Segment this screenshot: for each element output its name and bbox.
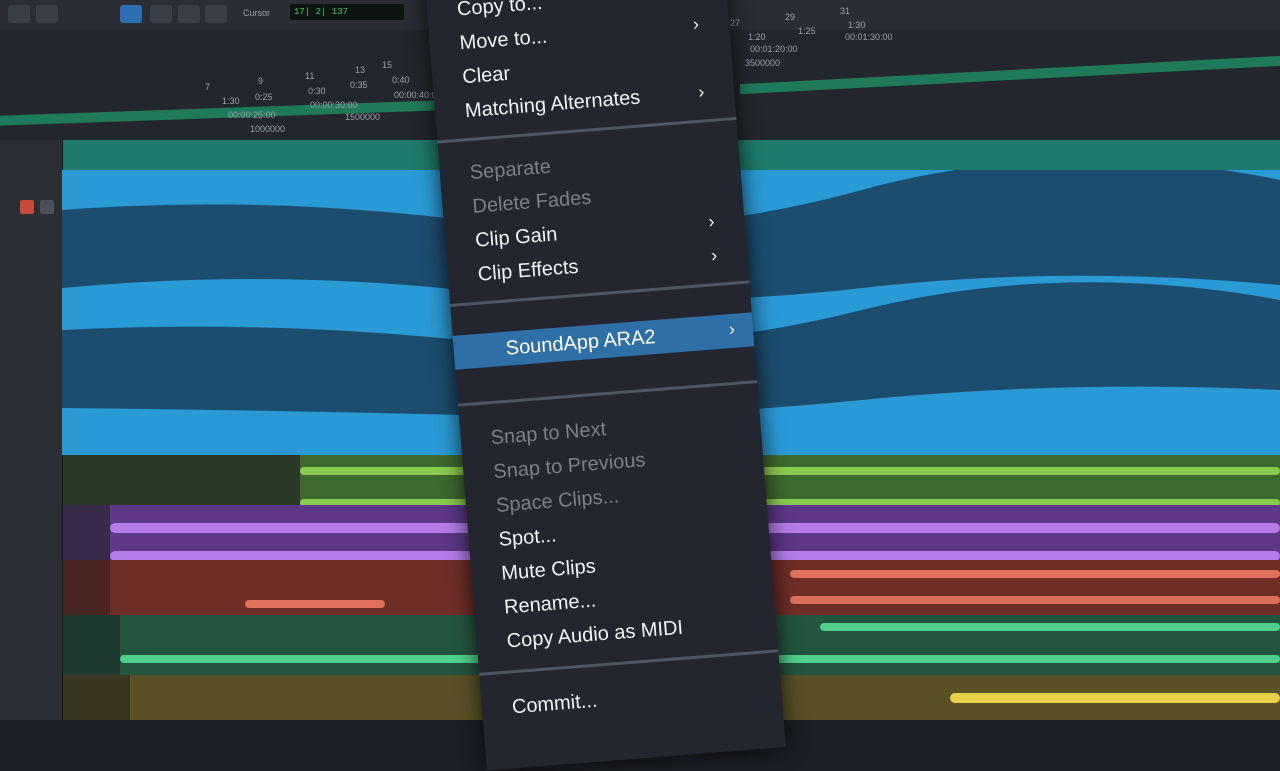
waveform: [245, 600, 385, 608]
menu-item-label: Spot...: [497, 524, 558, 551]
time-tick: 0:30: [308, 86, 326, 96]
toolbar-grab-tool-button[interactable]: [120, 5, 142, 23]
time-tick: 1:20: [748, 32, 766, 42]
menu-item-copy-to[interactable]: Copy to...: [456, 0, 543, 21]
menu-item-delete-fades: Delete Fades: [472, 187, 592, 219]
bar-number: 29: [785, 12, 796, 22]
track-header[interactable]: [0, 170, 63, 470]
bar-number: 15: [382, 60, 393, 70]
time-tick: 0:35: [350, 80, 368, 90]
menu-item-label: Move to...: [458, 25, 549, 55]
menu-item-label: Copy to...: [456, 0, 544, 21]
bar-number: 13: [355, 65, 366, 75]
bar-number: 27: [730, 18, 741, 28]
menu-item-label: Snap to Previous: [492, 449, 647, 484]
timecode-tick: 00:01:30:00: [845, 32, 893, 42]
time-tick: 1:30: [848, 20, 866, 30]
menu-item-label: Commit...: [511, 689, 599, 719]
waveform: [950, 693, 1280, 703]
menu-separator: [457, 380, 758, 407]
waveform: [300, 467, 1280, 475]
waveform: [820, 623, 1280, 631]
menu-item-soundapp-ara2[interactable]: SoundApp ARA2 ›: [452, 312, 755, 370]
toolbar-tool-button[interactable]: [205, 5, 227, 23]
toolbar-tool-button[interactable]: [36, 5, 58, 23]
menu-separator: [479, 649, 779, 676]
timecode-tick: 00:00:40:0: [394, 90, 437, 100]
menu-item-clip-effects[interactable]: Clip Effects: [477, 256, 579, 287]
menu-item-label: Copy Audio as MIDI: [505, 616, 684, 653]
menu-item-label: Space Clips...: [495, 485, 620, 517]
menu-item-clip-gain[interactable]: Clip Gain: [474, 223, 558, 252]
bar-number: 31: [840, 6, 851, 16]
timecode-tick: 00:00:30:00: [310, 100, 358, 110]
menu-item-spot[interactable]: Spot...: [498, 524, 557, 551]
bar-number: 11: [305, 71, 315, 81]
submenu-chevron-icon: ›: [707, 211, 716, 232]
time-tick: 1:25: [798, 26, 816, 36]
menu-item-rename[interactable]: Rename...: [503, 589, 597, 619]
menu-item-space-clips: Space Clips...: [495, 485, 620, 518]
menu-item-label: Rename...: [503, 589, 597, 619]
waveform: [790, 570, 1280, 578]
menu-item-label: Clear: [461, 62, 511, 89]
menu-item-separate: Separate: [469, 156, 552, 185]
toolbar-tool-button[interactable]: [8, 5, 30, 23]
clip-context-menu: Copy to... › Move to... › Clear Matching…: [422, 0, 786, 771]
menu-item-clear[interactable]: Clear: [462, 63, 511, 90]
menu-item-label: Clip Gain: [474, 223, 559, 252]
time-tick: 0:25: [255, 92, 273, 102]
ruler-marker-lane: [740, 55, 1280, 95]
menu-item-move-to[interactable]: Move to...: [459, 26, 548, 56]
submenu-chevron-icon: ›: [692, 13, 700, 35]
waveform: [790, 596, 1280, 604]
menu-item-label: Delete Fades: [471, 186, 593, 218]
location-counter: 17| 2| 137: [290, 4, 404, 20]
submenu-chevron-icon: ›: [710, 244, 718, 266]
sample-tick: 3500000: [745, 58, 781, 68]
sample-tick: 1500000: [345, 112, 381, 122]
time-tick: 0:40: [392, 75, 410, 85]
submenu-chevron-icon: ›: [728, 318, 736, 340]
track-header[interactable]: [0, 675, 63, 720]
submenu-chevron-icon: ›: [697, 81, 706, 102]
timecode-tick: 00:00:25:00: [228, 110, 276, 120]
menu-item-mute-clips[interactable]: Mute Clips: [501, 555, 597, 585]
bar-number: 9: [258, 76, 264, 86]
menu-item-label: Mute Clips: [500, 555, 597, 585]
menu-item-label: Separate: [469, 155, 552, 184]
input-monitor-button[interactable]: [40, 200, 54, 214]
bar-number: 7: [205, 82, 211, 92]
menu-item-label: Matching Alternates: [464, 86, 642, 123]
timecode-tick: 00:01:20:00: [750, 44, 798, 54]
sample-tick: 1000000: [250, 124, 286, 134]
cursor-label: Cursor: [243, 8, 271, 18]
menu-item-label: Snap to Next: [489, 418, 607, 450]
toolbar-tool-button[interactable]: [150, 5, 172, 23]
time-tick: 1:30: [222, 96, 240, 106]
menu-item-snap-to-next: Snap to Next: [490, 418, 607, 450]
menu-item-matching-alternates[interactable]: Matching Alternates: [464, 86, 641, 123]
menu-item-snap-to-previous: Snap to Previous: [493, 449, 647, 484]
menu-item-commit[interactable]: Commit...: [511, 690, 598, 720]
record-enable-button[interactable]: [20, 200, 34, 214]
menu-item-label: Clip Effects: [477, 255, 580, 286]
toolbar-tool-button[interactable]: [178, 5, 200, 23]
menu-item-copy-audio-as-midi[interactable]: Copy Audio as MIDI: [506, 617, 684, 654]
menu-item-label: SoundApp ARA2: [504, 326, 657, 360]
submenu-chevron-icon: ›: [689, 0, 697, 1]
